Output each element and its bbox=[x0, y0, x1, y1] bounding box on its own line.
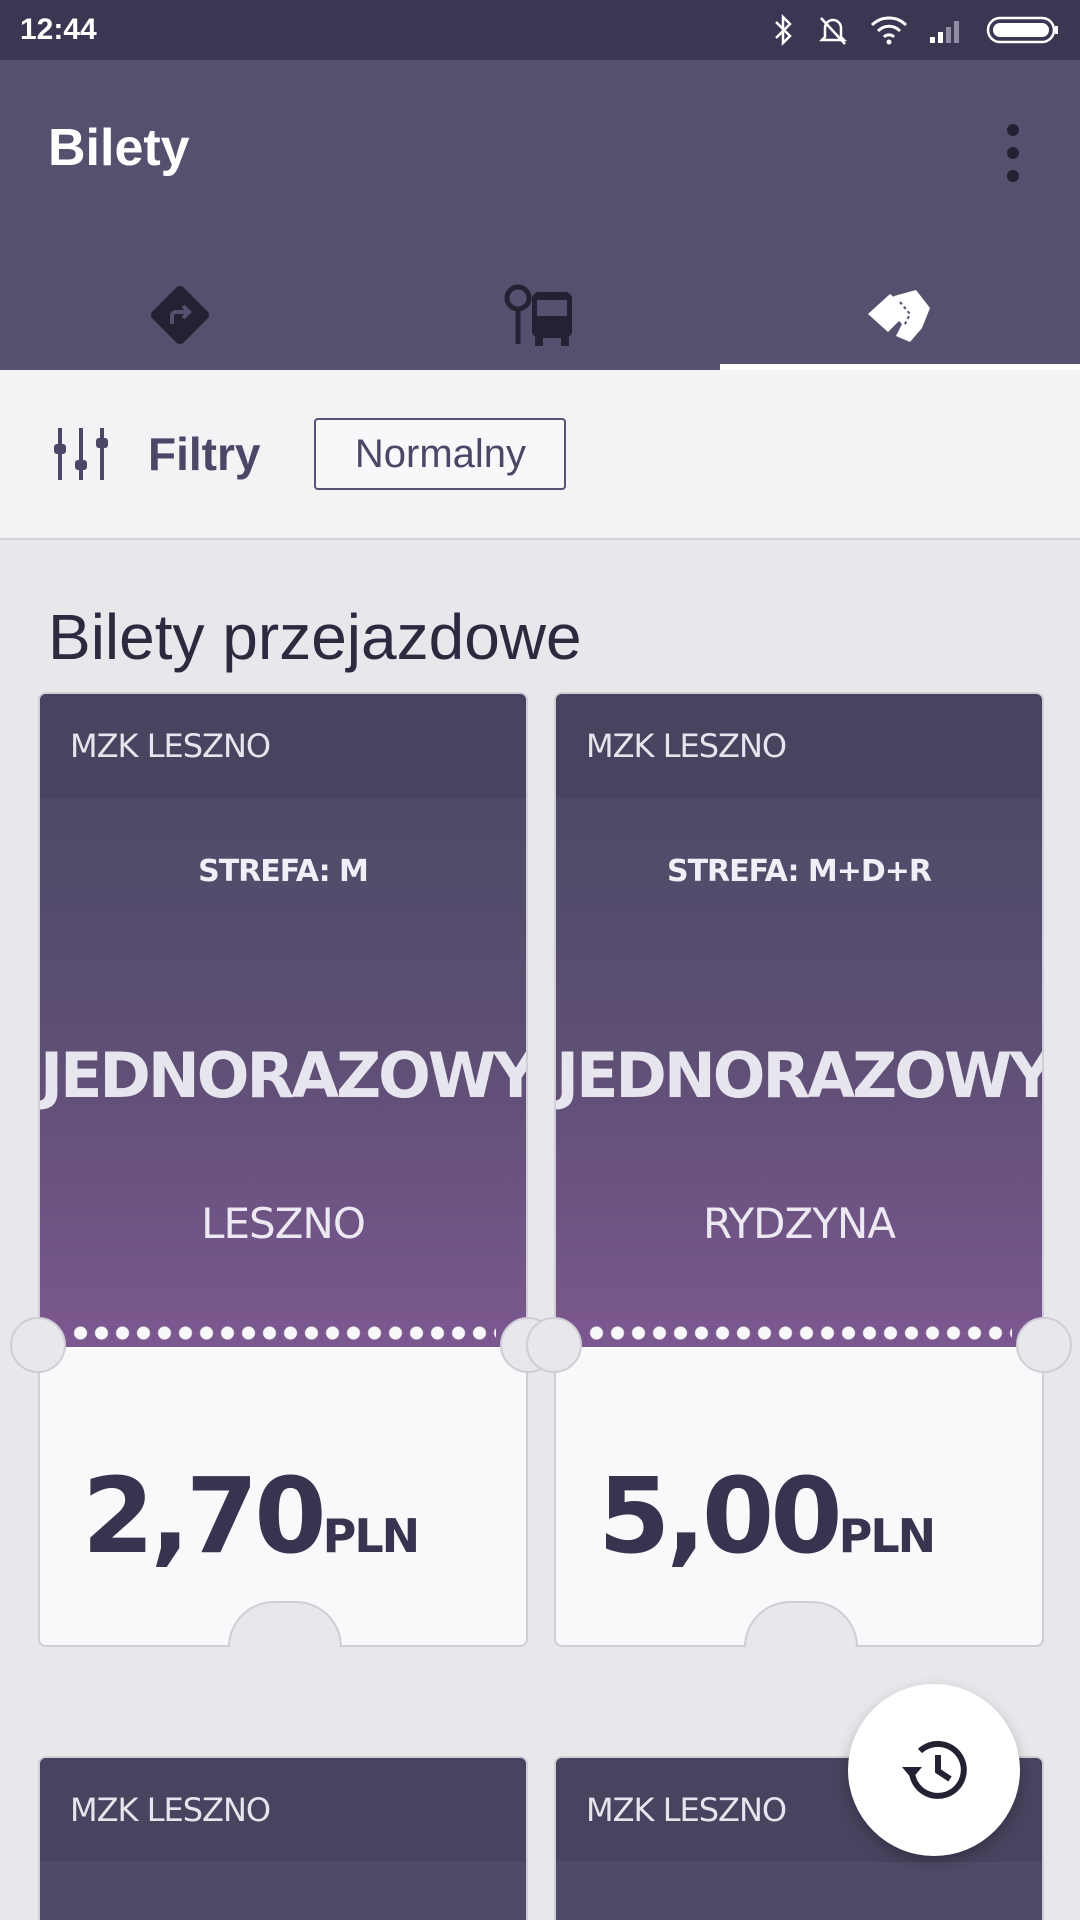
tickets-icon bbox=[868, 290, 930, 342]
section-title: Bilety przejazdowe bbox=[48, 601, 582, 673]
battery-icon bbox=[986, 16, 1058, 44]
ticket-card[interactable]: MZK LESZNO bbox=[38, 1756, 528, 1920]
ticket-operator: MZK LESZNO bbox=[556, 694, 1042, 798]
ticket-place: LESZNO bbox=[201, 1199, 366, 1248]
bus-stop-icon bbox=[504, 284, 572, 346]
history-fab[interactable] bbox=[848, 1684, 1020, 1856]
ticket-perforation bbox=[70, 1325, 496, 1341]
bell-muted-icon bbox=[818, 17, 848, 45]
tab-stops[interactable] bbox=[360, 260, 720, 370]
ticket-notch bbox=[526, 1317, 582, 1373]
tab-tickets[interactable] bbox=[720, 260, 1080, 370]
filter-bar: Filtry Normalny bbox=[0, 370, 1080, 540]
tab-directions[interactable] bbox=[0, 260, 360, 370]
ticket-bottom: 2,70PLN bbox=[38, 1347, 528, 1647]
history-icon bbox=[902, 1740, 967, 1799]
ticket-bottom-notch bbox=[228, 1601, 342, 1647]
ticket-place: RYDZYNA bbox=[702, 1199, 896, 1248]
ticket-price: 5,00PLN bbox=[598, 1455, 937, 1577]
price-currency: PLN bbox=[838, 1509, 937, 1563]
filter-chip-normal[interactable]: Normalny bbox=[314, 418, 567, 490]
ticket-zone: STREFA: M+D+R bbox=[666, 854, 932, 889]
ticket-card[interactable]: MZK LESZNO STREFA: M+D+R JEDNORAZOWY RYD… bbox=[526, 692, 1072, 1647]
app-title: Bilety bbox=[48, 119, 190, 177]
price-value: 5,00 bbox=[598, 1455, 843, 1577]
ticket-type: JEDNORAZOWY bbox=[40, 1039, 528, 1112]
status-icons bbox=[772, 13, 1060, 47]
ticket-price: 2,70PLN bbox=[82, 1455, 421, 1577]
tab-bar bbox=[0, 260, 1080, 370]
directions-icon bbox=[150, 285, 210, 345]
ticket-card[interactable]: MZK LESZNO STREFA: M JEDNORAZOWY LESZNO … bbox=[10, 692, 556, 1647]
ticket-operator: MZK LESZNO bbox=[40, 1758, 526, 1862]
overflow-dot bbox=[1007, 170, 1019, 182]
ticket-zone: STREFA: M bbox=[198, 854, 369, 889]
ticket-perforation bbox=[586, 1325, 1012, 1341]
ticket-top: MZK LESZNO STREFA: M JEDNORAZOWY LESZNO bbox=[38, 692, 528, 1347]
signal-icon bbox=[930, 21, 959, 43]
price-currency: PLN bbox=[322, 1509, 421, 1563]
ticket-notch bbox=[1016, 1317, 1072, 1373]
filter-sliders-icon[interactable] bbox=[52, 424, 110, 484]
overflow-dot bbox=[1007, 124, 1019, 136]
filters-label[interactable]: Filtry bbox=[148, 427, 260, 481]
ticket-notch bbox=[10, 1317, 66, 1373]
overflow-menu-button[interactable] bbox=[990, 118, 1036, 188]
overflow-dot bbox=[1007, 147, 1019, 159]
bluetooth-icon bbox=[775, 13, 792, 47]
status-bar: 12:44 bbox=[0, 0, 1080, 60]
ticket-operator: MZK LESZNO bbox=[40, 694, 526, 798]
ticket-bottom: 5,00PLN bbox=[554, 1347, 1044, 1647]
app-bar: Bilety bbox=[0, 60, 1080, 370]
price-value: 2,70 bbox=[82, 1455, 327, 1577]
wifi-icon bbox=[870, 16, 908, 45]
ticket-top: MZK LESZNO STREFA: M+D+R JEDNORAZOWY RYD… bbox=[554, 692, 1044, 1347]
ticket-bottom-notch bbox=[744, 1601, 858, 1647]
ticket-type: JEDNORAZOWY bbox=[556, 1039, 1044, 1112]
status-time: 12:44 bbox=[20, 13, 97, 46]
